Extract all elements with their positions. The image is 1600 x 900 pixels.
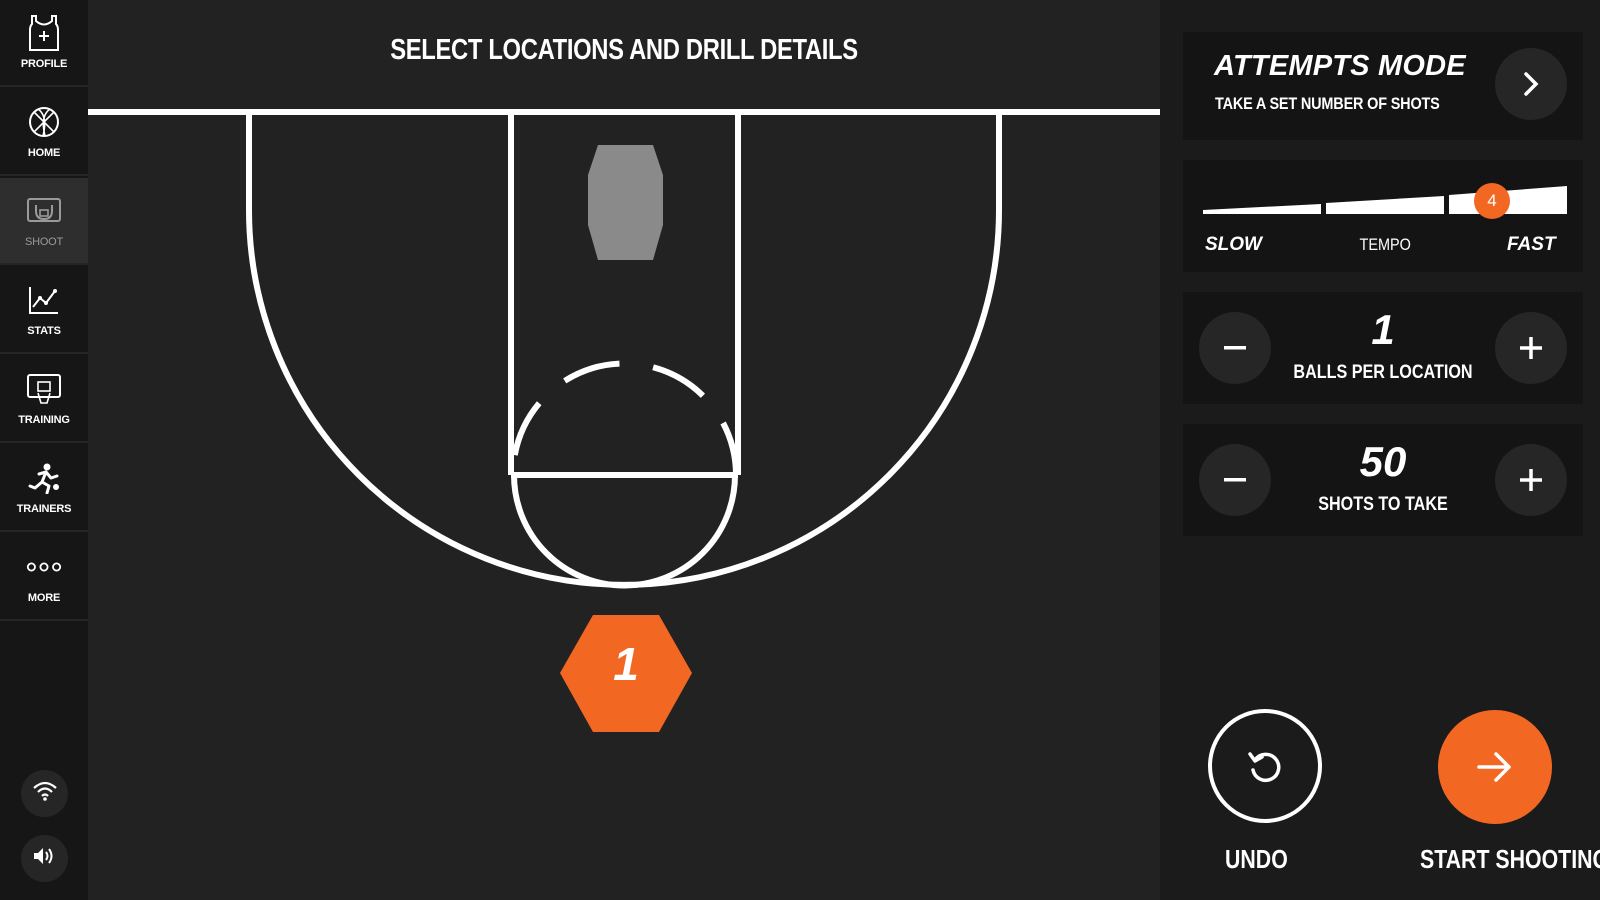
sidebar-item-trainers[interactable]: TRAINERS xyxy=(0,445,88,532)
shooting-machine-shape xyxy=(588,145,663,260)
sidebar-item-profile[interactable]: PROFILE xyxy=(0,0,88,87)
wifi-icon xyxy=(32,780,58,807)
drill-settings-panel: ATTEMPTS MODE TAKE A SET NUMBER OF SHOTS… xyxy=(1160,0,1600,900)
undo-button[interactable] xyxy=(1208,709,1322,823)
tempo-slider-track[interactable] xyxy=(1203,186,1571,216)
mode-subtitle: TAKE A SET NUMBER OF SHOTS xyxy=(1215,94,1440,113)
start-shooting-label: START SHOOTING xyxy=(1420,844,1600,874)
undo-icon xyxy=(1248,752,1281,783)
shots-increment-button[interactable] xyxy=(1495,444,1567,516)
sidebar-item-label: MORE xyxy=(27,592,61,604)
sidebar-item-training[interactable]: TRAINING xyxy=(0,356,88,443)
plus-icon xyxy=(1520,337,1542,359)
balls-increment-button[interactable] xyxy=(1495,312,1567,384)
backboard-icon xyxy=(26,371,62,407)
tempo-card: 4 SLOW TEMPO FAST xyxy=(1183,160,1583,272)
sidebar: PROFILE HOME SHOOT STATS TRAINING TRAINE… xyxy=(0,0,88,900)
sidebar-item-label: TRAINING xyxy=(18,414,70,426)
sidebar-item-shoot[interactable]: SHOOT xyxy=(0,178,88,265)
sidebar-item-label: PROFILE xyxy=(20,58,68,70)
balls-per-location-stepper: 1 BALLS PER LOCATION xyxy=(1183,292,1583,404)
hoop-icon xyxy=(26,193,62,229)
sidebar-item-label: SHOOT xyxy=(24,236,64,248)
location-number: 1 xyxy=(613,638,639,690)
tempo-slow-label: SLOW xyxy=(1205,234,1262,255)
tempo-slider-thumb[interactable]: 4 xyxy=(1474,183,1510,219)
sidebar-item-more[interactable]: MORE xyxy=(0,534,88,621)
chevron-right-icon xyxy=(1524,72,1539,96)
basketball-icon xyxy=(26,104,62,140)
speaker-icon xyxy=(32,845,58,872)
location-marker[interactable]: 1 xyxy=(560,615,692,732)
court-area: SELECT LOCATIONS AND DRILL DETAILS 1 xyxy=(88,0,1160,900)
sidebar-item-home[interactable]: HOME xyxy=(0,89,88,176)
jersey-icon xyxy=(26,15,62,51)
sidebar-item-stats[interactable]: STATS xyxy=(0,267,88,354)
mode-next-button[interactable] xyxy=(1495,48,1567,120)
mode-title: ATTEMPTS MODE xyxy=(1214,50,1466,82)
tempo-label: TEMPO xyxy=(1359,235,1411,254)
sidebar-item-label: STATS xyxy=(27,325,61,337)
line-chart-icon xyxy=(26,282,62,318)
half-court-diagram[interactable] xyxy=(88,0,1160,900)
sound-button[interactable] xyxy=(21,835,68,882)
wifi-button[interactable] xyxy=(21,770,68,817)
arrow-right-icon xyxy=(1477,752,1511,782)
running-player-icon xyxy=(26,460,62,496)
tempo-fast-label: FAST xyxy=(1507,234,1556,255)
start-shooting-button[interactable] xyxy=(1438,710,1552,824)
shots-to-take-stepper: 50 SHOTS TO TAKE xyxy=(1183,424,1583,536)
sidebar-item-label: HOME xyxy=(27,147,61,159)
plus-icon xyxy=(1520,469,1542,491)
undo-label: UNDO xyxy=(1225,844,1288,874)
more-dots-icon xyxy=(26,549,62,585)
sidebar-item-label: TRAINERS xyxy=(16,503,72,515)
mode-card[interactable]: ATTEMPTS MODE TAKE A SET NUMBER OF SHOTS xyxy=(1183,32,1583,140)
